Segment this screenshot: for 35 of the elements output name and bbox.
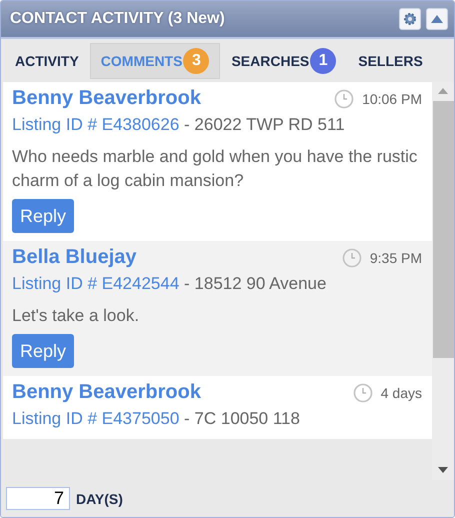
tab[interactable]: SEARCHES 1 bbox=[220, 42, 348, 78]
tab[interactable]: SELLERS bbox=[347, 42, 434, 78]
comment-text: Let's take a look. bbox=[12, 305, 140, 327]
count-badge: 3 bbox=[183, 48, 210, 74]
listing-link[interactable]: Listing ID # E4375050 bbox=[12, 409, 180, 428]
clock-icon bbox=[352, 382, 373, 402]
days-field[interactable]: 7 bbox=[6, 487, 70, 510]
reply-button[interactable]: Reply bbox=[12, 199, 74, 233]
scroll-up-icon[interactable] bbox=[437, 87, 449, 95]
settings-icon bbox=[403, 12, 417, 26]
scroll-down-icon[interactable] bbox=[437, 466, 449, 474]
listing-text: Listing ID # E4380626 - 26022 TWP RD 511 bbox=[12, 114, 346, 136]
timestamp: 10:06 PM bbox=[362, 90, 422, 106]
contact-name-link[interactable]: Bella Bluejay bbox=[12, 246, 137, 269]
window-title: CONTACT ACTIVITY (3 New) bbox=[10, 10, 225, 28]
clock-icon bbox=[342, 248, 362, 268]
contact-name-link[interactable]: Benny Beaverbrook bbox=[12, 381, 201, 404]
days-label: DAY(S) bbox=[76, 490, 123, 506]
listing-text: Listing ID # E4375050 - 7C 10050 118 bbox=[12, 408, 301, 430]
tab[interactable]: COMMENTS 3 bbox=[90, 42, 220, 78]
comment-text: Who needs marble and gold when you have the rustic charm of a log cabin mansion? bbox=[12, 146, 418, 192]
collapse-button[interactable] bbox=[426, 8, 448, 30]
triangle-up-icon bbox=[431, 15, 443, 23]
listing-link[interactable]: Listing ID # E4380626 bbox=[12, 115, 180, 134]
clock-icon bbox=[334, 88, 354, 108]
timestamp: 4 days bbox=[380, 384, 422, 400]
reply-button[interactable]: Reply bbox=[12, 334, 74, 368]
timestamp: 9:35 PM bbox=[370, 250, 422, 266]
scrollbar-thumb[interactable] bbox=[432, 101, 454, 358]
listing-link[interactable]: Listing ID # E4242544 bbox=[12, 274, 180, 293]
settings-button[interactable] bbox=[399, 8, 421, 30]
tab[interactable]: ACTIVITY bbox=[4, 42, 90, 78]
listing-text: Listing ID # E4242544 - 18512 90 Avenue bbox=[12, 273, 328, 295]
count-badge: 1 bbox=[310, 48, 336, 74]
contact-name-link[interactable]: Benny Beaverbrook bbox=[12, 87, 201, 110]
